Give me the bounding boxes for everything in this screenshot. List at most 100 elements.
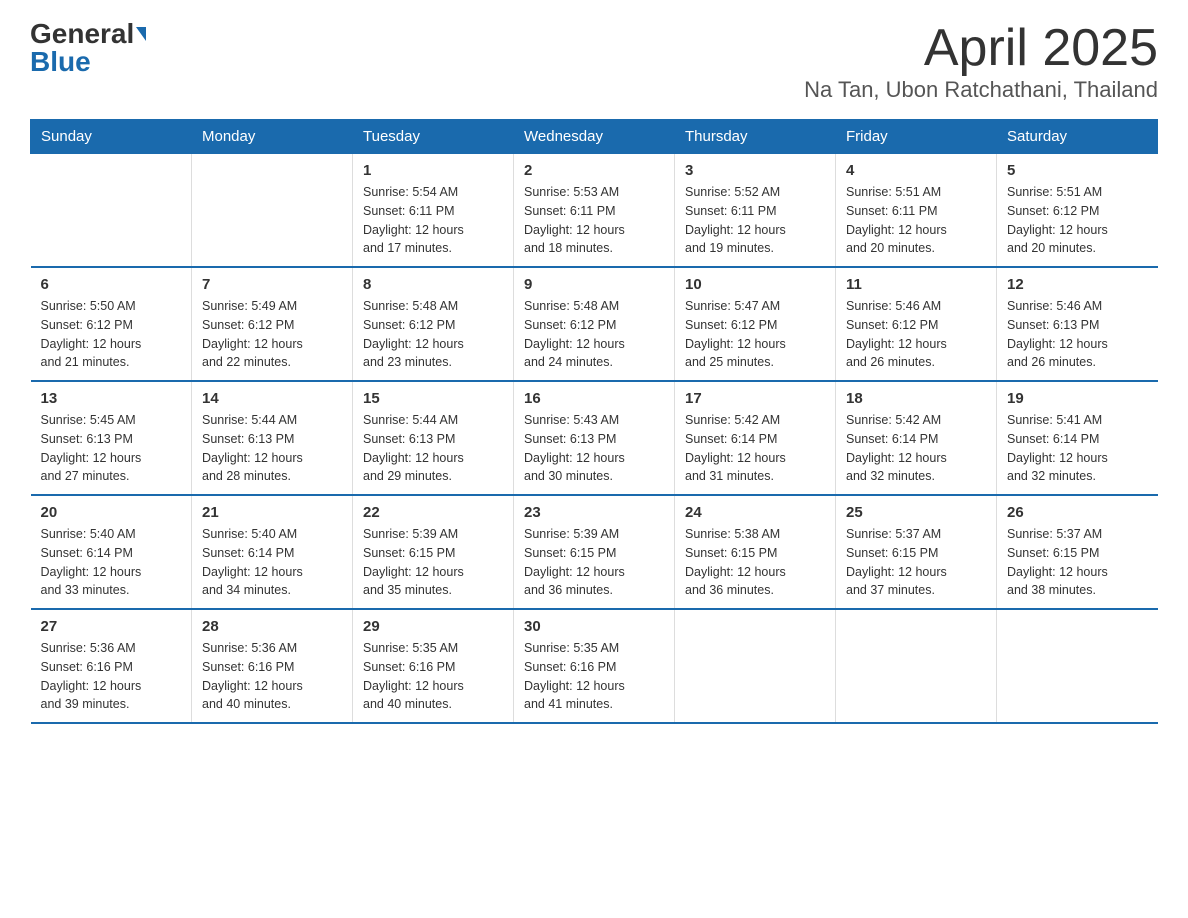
calendar-cell <box>31 154 192 268</box>
calendar-cell: 27 Sunrise: 5:36 AM Sunset: 6:16 PM Dayli… <box>31 609 192 723</box>
day-number: 27 <box>41 618 182 635</box>
weekday-header-thursday: Thursday <box>675 120 836 154</box>
day-number: 5 <box>1007 162 1148 179</box>
day-number: 4 <box>846 162 986 179</box>
day-number: 6 <box>41 276 182 293</box>
day-info: Sunrise: 5:37 AM Sunset: 6:15 PM Dayligh… <box>846 525 986 600</box>
day-info: Sunrise: 5:38 AM Sunset: 6:15 PM Dayligh… <box>685 525 825 600</box>
calendar-cell: 6 Sunrise: 5:50 AM Sunset: 6:12 PM Daylig… <box>31 267 192 381</box>
day-info: Sunrise: 5:47 AM Sunset: 6:12 PM Dayligh… <box>685 297 825 372</box>
calendar-cell: 25 Sunrise: 5:37 AM Sunset: 6:15 PM Dayli… <box>836 495 997 609</box>
day-info: Sunrise: 5:49 AM Sunset: 6:12 PM Dayligh… <box>202 297 342 372</box>
weekday-header-tuesday: Tuesday <box>353 120 514 154</box>
day-number: 17 <box>685 390 825 407</box>
day-info: Sunrise: 5:52 AM Sunset: 6:11 PM Dayligh… <box>685 183 825 258</box>
calendar-cell: 22Sunrise: 5:39 AM Sunset: 6:15 PM Dayli… <box>353 495 514 609</box>
day-info: Sunrise: 5:36 AM Sunset: 6:16 PM Dayligh… <box>202 639 342 714</box>
day-number: 21 <box>202 504 342 521</box>
day-number: 13 <box>41 390 182 407</box>
weekday-header-saturday: Saturday <box>997 120 1158 154</box>
calendar-cell: 7 Sunrise: 5:49 AM Sunset: 6:12 PM Daylig… <box>192 267 353 381</box>
day-info: Sunrise: 5:45 AM Sunset: 6:13 PM Dayligh… <box>41 411 182 486</box>
calendar-cell: 18 Sunrise: 5:42 AM Sunset: 6:14 PM Dayli… <box>836 381 997 495</box>
calendar-cell: 8 Sunrise: 5:48 AM Sunset: 6:12 PM Daylig… <box>353 267 514 381</box>
day-info: Sunrise: 5:51 AM Sunset: 6:12 PM Dayligh… <box>1007 183 1148 258</box>
day-info: Sunrise: 5:43 AM Sunset: 6:13 PM Dayligh… <box>524 411 664 486</box>
day-number: 9 <box>524 276 664 293</box>
day-info: Sunrise: 5:36 AM Sunset: 6:16 PM Dayligh… <box>41 639 182 714</box>
day-number: 23 <box>524 504 664 521</box>
day-number: 15 <box>363 390 503 407</box>
day-number: 11 <box>846 276 986 293</box>
day-number: 29 <box>363 618 503 635</box>
weekday-header-monday: Monday <box>192 120 353 154</box>
calendar-cell: 24 Sunrise: 5:38 AM Sunset: 6:15 PM Dayli… <box>675 495 836 609</box>
week-row-1: 1Sunrise: 5:54 AM Sunset: 6:11 PM Daylig… <box>31 154 1158 268</box>
day-info: Sunrise: 5:48 AM Sunset: 6:12 PM Dayligh… <box>363 297 503 372</box>
day-info: Sunrise: 5:50 AM Sunset: 6:12 PM Dayligh… <box>41 297 182 372</box>
location-title: Na Tan, Ubon Ratchathani, Thailand <box>804 77 1158 103</box>
calendar-cell <box>675 609 836 723</box>
day-number: 25 <box>846 504 986 521</box>
calendar-cell <box>997 609 1158 723</box>
calendar-cell: 20 Sunrise: 5:40 AM Sunset: 6:14 PM Dayli… <box>31 495 192 609</box>
calendar-cell: 30 Sunrise: 5:35 AM Sunset: 6:16 PM Dayli… <box>514 609 675 723</box>
calendar-cell: 17 Sunrise: 5:42 AM Sunset: 6:14 PM Dayli… <box>675 381 836 495</box>
calendar-cell: 4Sunrise: 5:51 AM Sunset: 6:11 PM Daylig… <box>836 154 997 268</box>
week-row-2: 6 Sunrise: 5:50 AM Sunset: 6:12 PM Daylig… <box>31 267 1158 381</box>
day-info: Sunrise: 5:53 AM Sunset: 6:11 PM Dayligh… <box>524 183 664 258</box>
day-info: Sunrise: 5:46 AM Sunset: 6:13 PM Dayligh… <box>1007 297 1148 372</box>
month-title: April 2025 <box>804 20 1158 77</box>
calendar-cell: 12 Sunrise: 5:46 AM Sunset: 6:13 PM Dayli… <box>997 267 1158 381</box>
calendar-table: SundayMondayTuesdayWednesdayThursdayFrid… <box>30 119 1158 724</box>
title-section: April 2025 Na Tan, Ubon Ratchathani, Tha… <box>804 20 1158 103</box>
calendar-cell <box>836 609 997 723</box>
week-row-5: 27 Sunrise: 5:36 AM Sunset: 6:16 PM Dayli… <box>31 609 1158 723</box>
logo-general-text: General <box>30 20 134 48</box>
calendar-cell: 11 Sunrise: 5:46 AM Sunset: 6:12 PM Dayli… <box>836 267 997 381</box>
day-number: 22 <box>363 504 503 521</box>
day-number: 20 <box>41 504 182 521</box>
calendar-cell: 14 Sunrise: 5:44 AM Sunset: 6:13 PM Dayli… <box>192 381 353 495</box>
day-number: 8 <box>363 276 503 293</box>
day-info: Sunrise: 5:35 AM Sunset: 6:16 PM Dayligh… <box>524 639 664 714</box>
day-info: Sunrise: 5:42 AM Sunset: 6:14 PM Dayligh… <box>685 411 825 486</box>
calendar-cell: 19Sunrise: 5:41 AM Sunset: 6:14 PM Dayli… <box>997 381 1158 495</box>
page-header: General Blue April 2025 Na Tan, Ubon Rat… <box>30 20 1158 103</box>
day-number: 7 <box>202 276 342 293</box>
calendar-cell: 1Sunrise: 5:54 AM Sunset: 6:11 PM Daylig… <box>353 154 514 268</box>
day-number: 16 <box>524 390 664 407</box>
day-info: Sunrise: 5:42 AM Sunset: 6:14 PM Dayligh… <box>846 411 986 486</box>
logo-arrow-icon <box>136 27 146 41</box>
day-info: Sunrise: 5:46 AM Sunset: 6:12 PM Dayligh… <box>846 297 986 372</box>
calendar-cell: 9Sunrise: 5:48 AM Sunset: 6:12 PM Daylig… <box>514 267 675 381</box>
day-number: 28 <box>202 618 342 635</box>
logo-blue-text: Blue <box>30 48 91 76</box>
day-number: 26 <box>1007 504 1148 521</box>
calendar-cell: 16 Sunrise: 5:43 AM Sunset: 6:13 PM Dayli… <box>514 381 675 495</box>
week-row-4: 20 Sunrise: 5:40 AM Sunset: 6:14 PM Dayli… <box>31 495 1158 609</box>
calendar-cell: 5 Sunrise: 5:51 AM Sunset: 6:12 PM Daylig… <box>997 154 1158 268</box>
calendar-cell: 2Sunrise: 5:53 AM Sunset: 6:11 PM Daylig… <box>514 154 675 268</box>
day-number: 18 <box>846 390 986 407</box>
week-row-3: 13 Sunrise: 5:45 AM Sunset: 6:13 PM Dayli… <box>31 381 1158 495</box>
calendar-cell: 29 Sunrise: 5:35 AM Sunset: 6:16 PM Dayli… <box>353 609 514 723</box>
calendar-cell <box>192 154 353 268</box>
calendar-cell: 10Sunrise: 5:47 AM Sunset: 6:12 PM Dayli… <box>675 267 836 381</box>
day-number: 30 <box>524 618 664 635</box>
day-info: Sunrise: 5:39 AM Sunset: 6:15 PM Dayligh… <box>524 525 664 600</box>
day-number: 3 <box>685 162 825 179</box>
day-info: Sunrise: 5:35 AM Sunset: 6:16 PM Dayligh… <box>363 639 503 714</box>
weekday-header-sunday: Sunday <box>31 120 192 154</box>
day-number: 14 <box>202 390 342 407</box>
day-number: 12 <box>1007 276 1148 293</box>
logo: General Blue <box>30 20 146 76</box>
weekday-header-friday: Friday <box>836 120 997 154</box>
day-info: Sunrise: 5:44 AM Sunset: 6:13 PM Dayligh… <box>202 411 342 486</box>
weekday-header-wednesday: Wednesday <box>514 120 675 154</box>
day-number: 24 <box>685 504 825 521</box>
calendar-cell: 15Sunrise: 5:44 AM Sunset: 6:13 PM Dayli… <box>353 381 514 495</box>
calendar-cell: 13 Sunrise: 5:45 AM Sunset: 6:13 PM Dayli… <box>31 381 192 495</box>
day-info: Sunrise: 5:40 AM Sunset: 6:14 PM Dayligh… <box>41 525 182 600</box>
day-number: 19 <box>1007 390 1148 407</box>
